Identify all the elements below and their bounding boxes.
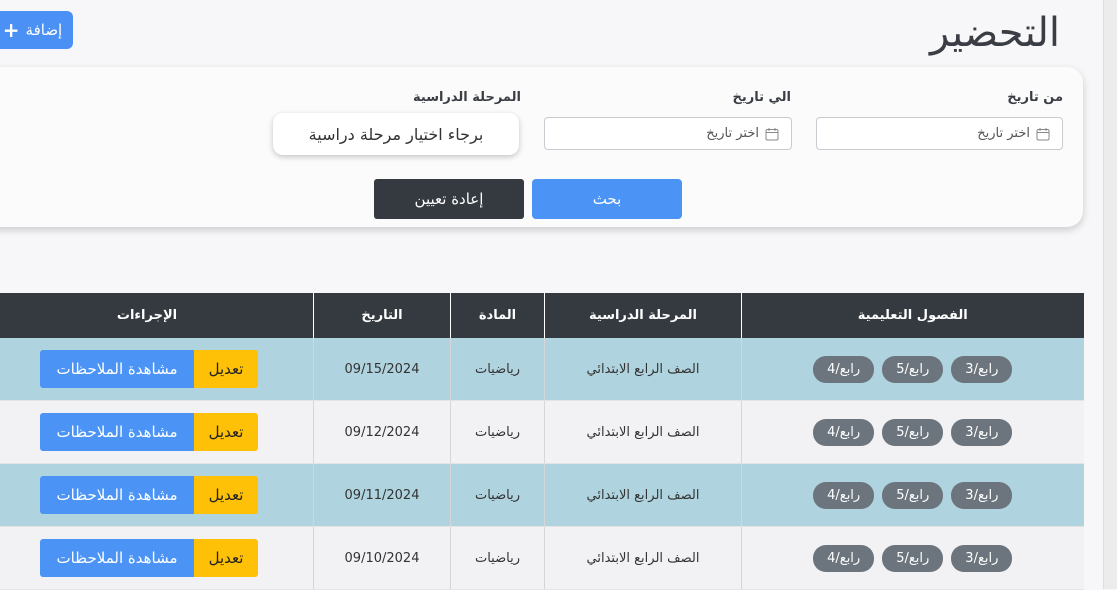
search-button[interactable]: بحث	[532, 179, 682, 219]
page-title: التحضير	[929, 10, 1060, 56]
subject-cell: رياضيات	[450, 400, 545, 464]
stage-label: المرحلة الدراسية	[413, 90, 521, 105]
from-date-input[interactable]: اختر تاريخ	[816, 117, 1063, 150]
header-actions: الإجراءات	[0, 293, 314, 338]
stage-cell: الصف الرابع الابتدائي	[544, 463, 742, 527]
edit-button[interactable]: تعديل	[194, 476, 258, 514]
class-badge: رابع/4	[813, 418, 875, 446]
stage-cell: الصف الرابع الابتدائي	[544, 400, 742, 464]
calendar-icon	[1036, 127, 1050, 140]
to-date-input[interactable]: اختر تاريخ	[544, 117, 792, 150]
class-badge: رابع/4	[813, 481, 875, 509]
table-header-row: الإجراءات التاريخ المادة المرحلة الدراسي…	[0, 293, 1084, 338]
edit-button[interactable]: تعديل	[194, 350, 258, 388]
subject-cell: رياضيات	[450, 338, 545, 401]
class-badge: رابع/3	[951, 418, 1013, 446]
class-badge: رابع/5	[882, 355, 944, 383]
table-row: مشاهدة الملاحظات تعديل 09/12/2024 رياضيا…	[0, 400, 1084, 464]
class-badge: رابع/3	[951, 481, 1013, 509]
table-row: مشاهدة الملاحظات تعديل 09/10/2024 رياضيا…	[0, 526, 1084, 590]
page-scrollbar[interactable]	[1103, 0, 1117, 589]
stage-select[interactable]: برجاء اختيار مرحلة دراسية	[273, 113, 519, 155]
view-notes-button[interactable]: مشاهدة الملاحظات	[40, 476, 194, 514]
classes-cell: رابع/3 رابع/5 رابع/4	[741, 338, 1084, 401]
calendar-icon	[765, 127, 779, 140]
edit-button[interactable]: تعديل	[194, 413, 258, 451]
date-cell: 09/12/2024	[313, 400, 451, 464]
to-date-placeholder: اختر تاريخ	[706, 126, 759, 141]
classes-cell: رابع/3 رابع/5 رابع/4	[741, 400, 1084, 464]
class-badge: رابع/5	[882, 544, 944, 572]
add-button-label: إضافة	[25, 21, 63, 39]
header-classes: الفصول التعليمية	[741, 293, 1084, 338]
class-badge: رابع/4	[813, 355, 875, 383]
date-cell: 09/10/2024	[313, 526, 451, 590]
class-badge: رابع/4	[813, 544, 875, 572]
to-date-label: الي تاريخ	[732, 90, 791, 105]
actions-cell: مشاهدة الملاحظات تعديل	[0, 463, 314, 527]
class-badge: رابع/5	[882, 481, 944, 509]
view-notes-button[interactable]: مشاهدة الملاحظات	[40, 539, 194, 577]
table-row: مشاهدة الملاحظات تعديل 09/15/2024 رياضيا…	[0, 338, 1084, 401]
table-row: مشاهدة الملاحظات تعديل 09/11/2024 رياضيا…	[0, 463, 1084, 527]
plus-icon: +	[2, 18, 20, 42]
subject-cell: رياضيات	[450, 526, 545, 590]
class-badge: رابع/3	[951, 355, 1013, 383]
from-date-placeholder: اختر تاريخ	[977, 126, 1030, 141]
stage-cell: الصف الرابع الابتدائي	[544, 526, 742, 590]
filter-card: من تاريخ اختر تاريخ الي تاريخ اختر تاريخ…	[0, 67, 1083, 227]
actions-cell: مشاهدة الملاحظات تعديل	[0, 400, 314, 464]
header-stage: المرحلة الدراسية	[544, 293, 742, 338]
reset-button[interactable]: إعادة تعيين	[374, 179, 524, 219]
class-badge: رابع/5	[882, 418, 944, 446]
classes-cell: رابع/3 رابع/5 رابع/4	[741, 463, 1084, 527]
stage-cell: الصف الرابع الابتدائي	[544, 338, 742, 401]
date-cell: 09/11/2024	[313, 463, 451, 527]
preparations-table: الإجراءات التاريخ المادة المرحلة الدراسي…	[0, 293, 1084, 590]
view-notes-button[interactable]: مشاهدة الملاحظات	[40, 350, 194, 388]
view-notes-button[interactable]: مشاهدة الملاحظات	[40, 413, 194, 451]
actions-cell: مشاهدة الملاحظات تعديل	[0, 338, 314, 401]
date-cell: 09/15/2024	[313, 338, 451, 401]
add-button[interactable]: + إضافة	[0, 11, 73, 49]
from-date-label: من تاريخ	[1007, 90, 1063, 105]
stage-select-placeholder: برجاء اختيار مرحلة دراسية	[308, 124, 484, 144]
actions-cell: مشاهدة الملاحظات تعديل	[0, 526, 314, 590]
edit-button[interactable]: تعديل	[194, 539, 258, 577]
header-date: التاريخ	[313, 293, 451, 338]
subject-cell: رياضيات	[450, 463, 545, 527]
header-subject: المادة	[450, 293, 545, 338]
class-badge: رابع/3	[951, 544, 1013, 572]
classes-cell: رابع/3 رابع/5 رابع/4	[741, 526, 1084, 590]
